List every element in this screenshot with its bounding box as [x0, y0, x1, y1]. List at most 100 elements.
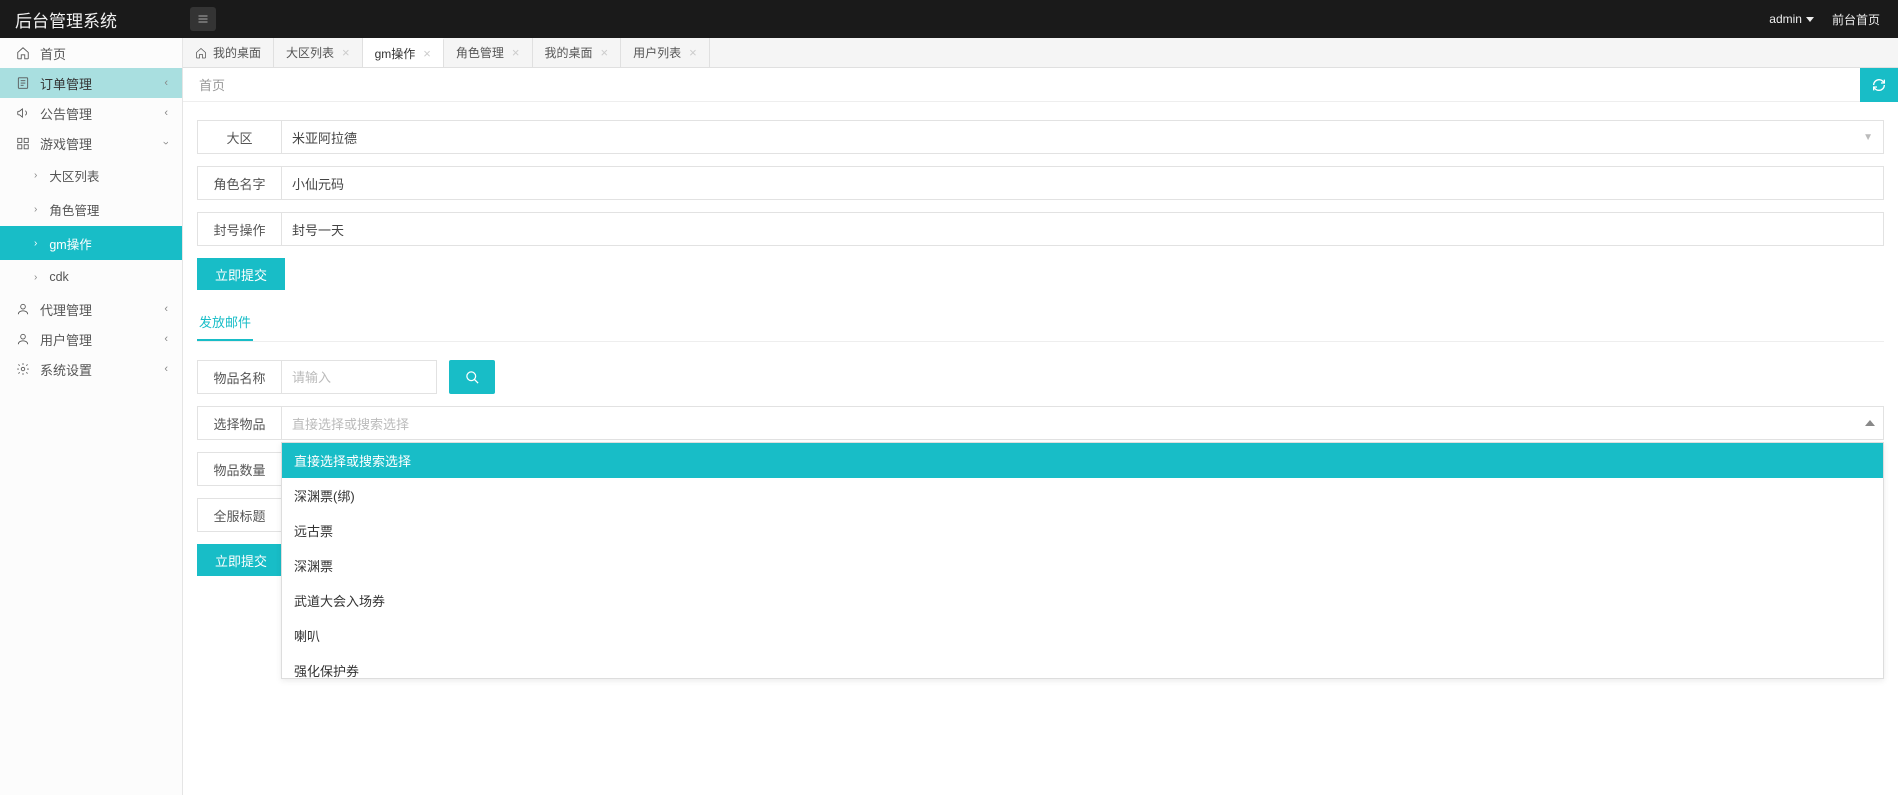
- region-value: 米亚阿拉德: [292, 128, 357, 147]
- sidebar-item-orders[interactable]: 订单管理 ‹: [0, 68, 182, 98]
- submit-button-2[interactable]: 立即提交: [197, 544, 285, 576]
- close-icon[interactable]: ×: [601, 45, 609, 60]
- sidebar-item-game[interactable]: 游戏管理 ‹: [0, 128, 182, 158]
- tab-my-desktop[interactable]: 我的桌面: [183, 38, 274, 67]
- user-name-label: admin: [1769, 12, 1802, 26]
- tab-role-manage[interactable]: 角色管理 ×: [444, 38, 533, 67]
- home-icon: [195, 47, 207, 59]
- refresh-button[interactable]: [1860, 68, 1898, 102]
- sidebar-item-announce[interactable]: 公告管理 ‹: [0, 98, 182, 128]
- tab-label: 用户列表: [633, 44, 681, 61]
- game-icon: [16, 136, 30, 150]
- sidebar-item-settings[interactable]: 系统设置 ‹: [0, 354, 182, 384]
- sidebar-item-label: 首页: [40, 44, 66, 63]
- mail-tab[interactable]: 发放邮件: [197, 304, 253, 341]
- triangle-up-icon: [1865, 420, 1875, 426]
- role-name-input[interactable]: [292, 176, 1873, 191]
- sidebar-item-user[interactable]: 用户管理 ‹: [0, 324, 182, 354]
- orders-icon: [16, 76, 30, 90]
- dropdown-option[interactable]: 深渊票: [282, 548, 1883, 583]
- chevron-down-icon: ‹: [160, 141, 172, 145]
- ban-value: 封号一天: [292, 220, 344, 239]
- role-name-label: 角色名字: [197, 166, 281, 200]
- chevron-left-icon: ‹: [164, 107, 168, 119]
- sidebar-item-label: 订单管理: [40, 74, 92, 93]
- sidebar-toggle-button[interactable]: [190, 7, 216, 31]
- user-menu[interactable]: admin: [1769, 12, 1814, 26]
- refresh-icon: [1871, 77, 1887, 93]
- user-icon: [16, 332, 30, 346]
- search-icon: [465, 370, 480, 385]
- dropdown-option[interactable]: 深渊票(绑): [282, 478, 1883, 513]
- dropdown-option[interactable]: 远古票: [282, 513, 1883, 548]
- caret-down-icon: [1806, 17, 1814, 22]
- server-title-label: 全服标题: [197, 498, 281, 532]
- tab-label: 我的桌面: [213, 44, 261, 61]
- chevron-right-icon: ›: [34, 204, 37, 215]
- tab-gm-ops[interactable]: gm操作 ×: [363, 38, 444, 67]
- tab-my-desktop-2[interactable]: 我的桌面 ×: [533, 38, 622, 67]
- app-logo: 后台管理系统: [0, 7, 183, 32]
- item-qty-label: 物品数量: [197, 452, 281, 486]
- search-button[interactable]: [449, 360, 495, 394]
- select-item-label: 选择物品: [197, 406, 281, 440]
- sidebar-sub-role-manage[interactable]: › 角色管理: [0, 192, 182, 226]
- chevron-right-icon: ›: [34, 272, 37, 283]
- sidebar: 首页 订单管理 ‹ 公告管理 ‹ 游戏管理 ‹ › 大区列表 › 角色管理 › …: [0, 38, 183, 795]
- chevron-right-icon: ›: [34, 238, 37, 249]
- breadcrumb[interactable]: 首页: [199, 75, 225, 94]
- sidebar-item-label: 系统设置: [40, 360, 92, 379]
- select-item-select[interactable]: 直接选择或搜索选择: [281, 406, 1884, 440]
- region-label: 大区: [197, 120, 281, 154]
- tab-label: gm操作: [375, 45, 416, 62]
- ban-select[interactable]: 封号一天: [281, 212, 1884, 246]
- agent-icon: [16, 302, 30, 316]
- ban-label: 封号操作: [197, 212, 281, 246]
- tab-label: 角色管理: [456, 44, 504, 61]
- chevron-right-icon: ›: [34, 170, 37, 181]
- sidebar-sub-label: cdk: [49, 270, 68, 284]
- home-icon: [16, 46, 30, 60]
- content-area: 大区 米亚阿拉德 ▼ 角色名字 封号操作 封号一天 立即提交: [183, 102, 1898, 795]
- select-item-dropdown: 直接选择或搜索选择 深渊票(绑) 远古票 深渊票 武道大会入场券 喇叭 强化保护…: [281, 442, 1884, 679]
- sidebar-sub-region-list[interactable]: › 大区列表: [0, 158, 182, 192]
- close-icon[interactable]: ×: [342, 45, 350, 60]
- sidebar-item-label: 代理管理: [40, 300, 92, 319]
- close-icon[interactable]: ×: [512, 45, 520, 60]
- tab-bar: 我的桌面 大区列表 × gm操作 × 角色管理 × 我的桌面 × 用户列表 ×: [183, 38, 1898, 68]
- close-icon[interactable]: ×: [423, 46, 431, 61]
- region-select[interactable]: 米亚阿拉德 ▼: [281, 120, 1884, 154]
- frontend-home-link[interactable]: 前台首页: [1832, 11, 1880, 28]
- sidebar-sub-label: 角色管理: [49, 200, 99, 219]
- item-name-input-wrap: [281, 360, 437, 394]
- chevron-left-icon: ‹: [164, 303, 168, 315]
- sidebar-sub-gm-ops[interactable]: › gm操作: [0, 226, 182, 260]
- sidebar-sub-label: 大区列表: [49, 166, 99, 185]
- sidebar-sub-label: gm操作: [49, 234, 91, 253]
- sidebar-item-label: 用户管理: [40, 330, 92, 349]
- chevron-left-icon: ‹: [164, 333, 168, 345]
- announce-icon: [16, 106, 30, 120]
- sidebar-item-home[interactable]: 首页: [0, 38, 182, 68]
- gear-icon: [16, 362, 30, 376]
- dropdown-option[interactable]: 喇叭: [282, 618, 1883, 653]
- tab-user-list[interactable]: 用户列表 ×: [621, 38, 710, 67]
- submit-button-1[interactable]: 立即提交: [197, 258, 285, 290]
- sidebar-item-label: 游戏管理: [40, 134, 92, 153]
- sidebar-item-label: 公告管理: [40, 104, 92, 123]
- select-item-placeholder: 直接选择或搜索选择: [292, 414, 409, 433]
- dropdown-option[interactable]: 直接选择或搜索选择: [282, 443, 1883, 478]
- sidebar-item-agent[interactable]: 代理管理 ‹: [0, 294, 182, 324]
- item-name-input[interactable]: [292, 370, 426, 385]
- role-name-field-wrap: [281, 166, 1884, 200]
- tab-label: 大区列表: [286, 44, 334, 61]
- tab-label: 我的桌面: [545, 44, 593, 61]
- chevron-left-icon: ‹: [164, 363, 168, 375]
- tab-region-list[interactable]: 大区列表 ×: [274, 38, 363, 67]
- dropdown-option[interactable]: 武道大会入场券: [282, 583, 1883, 618]
- sidebar-sub-cdk[interactable]: › cdk: [0, 260, 182, 294]
- close-icon[interactable]: ×: [689, 45, 697, 60]
- item-name-label: 物品名称: [197, 360, 281, 394]
- dropdown-option[interactable]: 强化保护券: [282, 653, 1883, 678]
- caret-down-icon: ▼: [1863, 132, 1873, 143]
